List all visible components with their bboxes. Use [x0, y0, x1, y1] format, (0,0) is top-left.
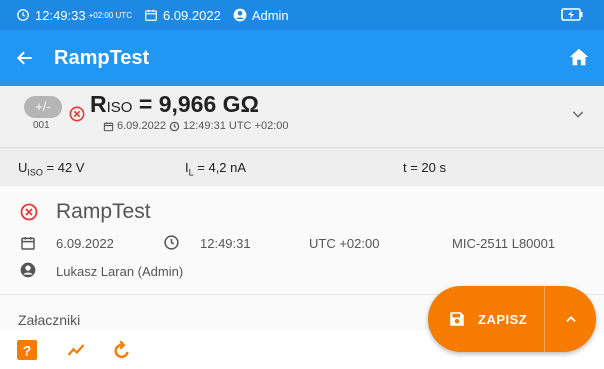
info-tz: UTC +02:00	[309, 236, 380, 251]
help-button[interactable]: ?	[15, 338, 39, 362]
fail-icon	[69, 106, 85, 122]
status-bar: 12:49:33 +02:00 UTC 6.09.2022 Admin	[0, 0, 604, 30]
info-date: 6.09.2022	[56, 236, 114, 251]
calendar-icon	[145, 9, 157, 21]
status-date: 6.09.2022	[162, 7, 221, 23]
arrow-back-icon	[16, 51, 32, 65]
user-icon	[20, 262, 36, 278]
home-button[interactable]	[568, 46, 590, 73]
measurement-info: RampTest 6.09.2022 12:49:31 UTC +02:00 M…	[0, 186, 604, 294]
battery-charging-icon	[561, 8, 583, 21]
save-fab: ZAPISZ	[428, 286, 596, 352]
info-user: Lukasz Laran (Admin)	[56, 264, 184, 279]
info-device: MIC-2511 L80001	[452, 236, 556, 251]
result-time: 12:49:31 UTC +02:00	[183, 120, 289, 132]
parameters-row: UISO = 42 V IL = 4,2 nA t = 20 s	[0, 148, 604, 186]
status-user: Admin	[251, 7, 289, 23]
fail-icon	[20, 203, 38, 221]
param-uiso: UISO = 42 V	[18, 160, 85, 178]
save-options-button[interactable]	[545, 286, 596, 352]
app-bar: RampTest	[0, 30, 604, 86]
main-result-value: 9,966 GΩ	[158, 91, 259, 117]
param-t: t = 20 s	[403, 160, 446, 175]
trend-chart-icon	[67, 344, 85, 356]
back-button[interactable]	[2, 30, 48, 86]
result-index: 001	[33, 120, 50, 131]
status-time: 12:49:33	[35, 7, 86, 23]
save-button[interactable]: ZAPISZ	[428, 286, 544, 352]
result-meta: 6.09.2022 12:49:31 UTC +02:00	[103, 120, 289, 132]
refresh-icon	[114, 340, 129, 359]
repeat-button[interactable]	[110, 338, 134, 362]
status-tz: +02:00 UTC	[88, 10, 132, 20]
page-title: RampTest	[54, 46, 150, 69]
user-icon	[233, 8, 247, 22]
clock-icon	[164, 235, 179, 250]
attachments-label: Załaczniki	[18, 312, 81, 328]
param-il: IL = 4,2 nA	[185, 160, 247, 178]
main-result: RISO = 9,966 GΩ	[90, 91, 259, 117]
chevron-up-icon	[565, 316, 576, 322]
chevron-down-icon[interactable]	[570, 106, 586, 122]
result-date: 6.09.2022	[117, 120, 166, 132]
trend-button[interactable]	[64, 338, 88, 362]
save-label: ZAPISZ	[478, 311, 528, 327]
info-time: 12:49:31	[200, 236, 251, 251]
calendar-icon	[21, 237, 35, 250]
result-header[interactable]: +/- 001 RISO = 9,966 GΩ 6.09.2022 12:49:…	[0, 86, 604, 148]
info-title: RampTest	[56, 200, 151, 223]
clock-icon	[169, 121, 180, 131]
save-icon	[450, 312, 464, 326]
svg-text:?: ?	[23, 343, 32, 359]
plus-minus-button[interactable]: +/-	[24, 96, 62, 118]
home-icon	[569, 48, 589, 66]
calendar-icon	[103, 121, 114, 131]
help-icon: ?	[17, 340, 37, 360]
clock-icon	[17, 9, 29, 21]
